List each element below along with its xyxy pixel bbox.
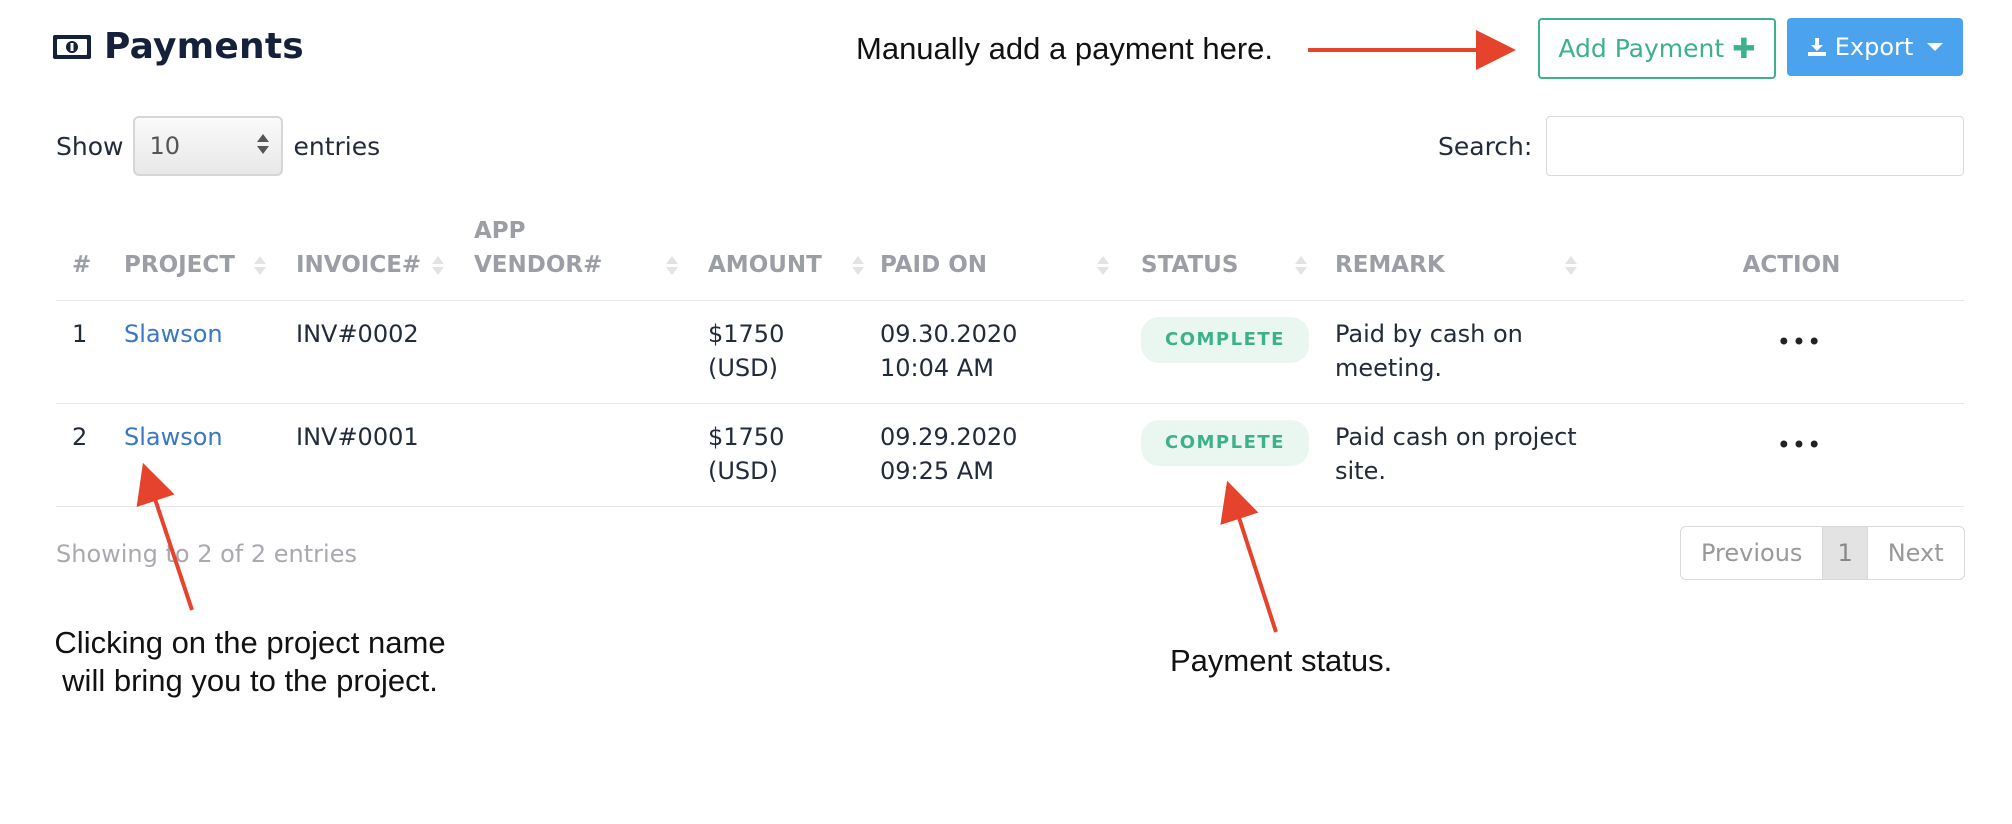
sort-icon: [254, 256, 266, 275]
column-header-number[interactable]: #: [56, 208, 108, 301]
status-annotation: Payment status.: [1170, 643, 1393, 678]
table-row: 1 Slawson INV#0002 $1750 (USD) 09.30.202…: [56, 300, 1964, 404]
add-payment-label: Add Payment: [1558, 34, 1725, 63]
add-payment-button[interactable]: Add Payment ✚: [1538, 18, 1776, 79]
more-options-icon[interactable]: •••: [1635, 317, 1964, 359]
arrow-to-status-badge: [1220, 480, 1278, 633]
sort-icon: [852, 256, 864, 275]
status-badge: COMPLETE: [1141, 316, 1309, 363]
add-payment-annotation: Manually add a payment here.: [856, 31, 1274, 66]
search-input[interactable]: [1546, 116, 1965, 176]
column-header-app-vendor[interactable]: APP VENDOR#: [458, 208, 692, 301]
action-cell: •••: [1619, 403, 1964, 507]
entries-label: entries: [293, 131, 381, 161]
paid-on-cell: 09.30.2020 10:04 AM: [864, 300, 1125, 404]
page-1-button[interactable]: 1: [1823, 527, 1868, 579]
sort-icon: [666, 256, 678, 275]
entries-length-control: Show 10 entries: [56, 116, 380, 176]
column-header-project[interactable]: PROJECT: [108, 208, 280, 301]
action-cell: •••: [1619, 300, 1964, 404]
project-link-annotation: Clicking on the project name will bring …: [54, 625, 446, 698]
column-header-invoice[interactable]: INVOICE#: [280, 208, 458, 301]
column-header-status[interactable]: STATUS: [1125, 208, 1319, 301]
invoice-cell: INV#0002: [280, 300, 458, 404]
vendor-cell: [458, 300, 692, 404]
show-label: Show: [56, 131, 124, 161]
project-link[interactable]: Slawson: [124, 423, 223, 451]
caret-down-icon: [1927, 43, 1944, 51]
amount-cell: $1750 (USD): [692, 403, 864, 507]
next-page-button[interactable]: Next: [1868, 527, 1964, 579]
paid-on-cell: 09.29.2020 09:25 AM: [864, 403, 1125, 507]
sort-icon: [432, 256, 444, 275]
more-options-icon[interactable]: •••: [1635, 420, 1964, 462]
money-bill-icon: [53, 34, 91, 59]
vendor-cell: [458, 403, 692, 507]
column-header-paid-on[interactable]: PAID ON: [864, 208, 1125, 301]
entries-select[interactable]: 10: [133, 116, 284, 176]
search-control: Search:: [1438, 116, 1965, 176]
sort-icon: [1565, 256, 1577, 275]
remark-cell: Paid by cash on meeting.: [1319, 300, 1619, 404]
plus-icon: ✚: [1732, 32, 1756, 65]
table-header-row: # PROJECT INVOICE# APP VENDOR# AMOUNT PA…: [56, 208, 1964, 301]
select-arrows-icon: [257, 134, 270, 154]
invoice-cell: INV#0001: [280, 403, 458, 507]
column-header-action: ACTION: [1619, 208, 1964, 301]
row-number: 1: [56, 300, 108, 404]
project-link[interactable]: Slawson: [124, 320, 223, 348]
payments-table: # PROJECT INVOICE# APP VENDOR# AMOUNT PA…: [56, 208, 1964, 507]
project-cell: Slawson: [108, 403, 280, 507]
page-title: Payments: [52, 26, 304, 67]
project-cell: Slawson: [108, 300, 280, 404]
sort-icon: [1097, 256, 1109, 275]
row-number: 2: [56, 403, 108, 507]
download-icon: [1807, 38, 1826, 56]
status-cell: COMPLETE: [1125, 403, 1319, 507]
sort-icon: [1295, 256, 1307, 275]
table-info: Showing to 2 of 2 entries: [56, 540, 357, 568]
entries-select-value: 10: [149, 132, 181, 160]
export-button[interactable]: Export: [1787, 18, 1963, 76]
remark-cell: Paid cash on project site.: [1319, 403, 1619, 507]
pagination: Previous 1 Next: [1680, 526, 1965, 580]
previous-page-button[interactable]: Previous: [1681, 527, 1824, 579]
page-title-text: Payments: [104, 26, 304, 67]
column-header-amount[interactable]: AMOUNT: [692, 208, 864, 301]
column-header-remark[interactable]: REMARK: [1319, 208, 1619, 301]
search-label: Search:: [1438, 131, 1533, 161]
status-badge: COMPLETE: [1141, 419, 1309, 466]
amount-cell: $1750 (USD): [692, 300, 864, 404]
status-cell: COMPLETE: [1125, 300, 1319, 404]
table-row: 2 Slawson INV#0001 $1750 (USD) 09.29.202…: [56, 403, 1964, 507]
export-label: Export: [1834, 33, 1914, 61]
